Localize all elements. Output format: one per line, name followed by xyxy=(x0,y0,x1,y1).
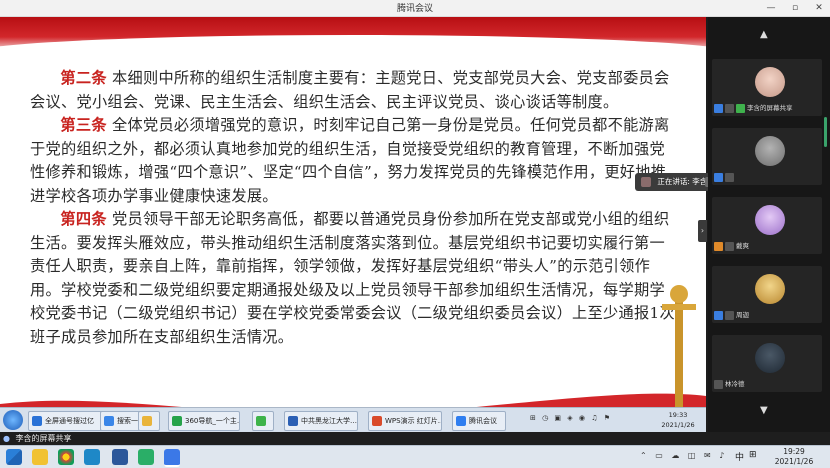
mic-muted-icon xyxy=(725,310,734,320)
shared-task-item[interactable] xyxy=(252,411,274,431)
participant-tile[interactable] xyxy=(712,128,822,185)
windows-start-icon[interactable] xyxy=(6,449,22,465)
screen-share-label: 李含的屏幕共享 xyxy=(15,434,72,443)
avatar xyxy=(755,343,785,373)
document-icon xyxy=(288,416,298,426)
participant-tile[interactable]: 戴爽 xyxy=(712,197,822,254)
mic-muted-icon xyxy=(714,379,723,389)
participant-label xyxy=(714,172,736,183)
participant-tile[interactable]: 林冷德 xyxy=(712,335,822,392)
participant-label: 戴爽 xyxy=(714,241,749,252)
file-explorer-icon[interactable] xyxy=(32,449,48,465)
user-icon xyxy=(714,172,723,182)
chrome-icon[interactable] xyxy=(58,449,74,465)
folder-icon xyxy=(142,416,152,426)
scroll-down-icon[interactable]: ▼ xyxy=(760,405,768,416)
participant-tile[interactable]: 李含的屏幕共享 xyxy=(712,59,822,116)
system-tray-icons: ⊞ ◷ ▣ ◈ ◉ ♫ ⚑ xyxy=(530,414,612,422)
participant-label: 周迦 xyxy=(714,310,749,321)
maximize-button[interactable]: ▫ xyxy=(784,0,806,16)
shared-task-item[interactable]: 腾讯会议 xyxy=(452,411,506,431)
input-mode-icon[interactable]: ⊞ xyxy=(749,450,757,460)
mic-icon xyxy=(736,103,745,113)
screen-icon xyxy=(725,103,734,113)
wps-presentation-icon xyxy=(372,416,382,426)
avatar xyxy=(755,274,785,304)
shared-clock-date: 2021/1/26 xyxy=(661,421,695,429)
participant-panel: ▲ 李含的屏幕共享 戴爽 周迦 林冷德 ▼ xyxy=(708,17,830,432)
article-label: 第三条 xyxy=(60,116,107,134)
title-bar: 腾讯会议 — ▫ ✕ xyxy=(0,0,830,17)
system-tray-icons[interactable]: ⌃ ▭ ☁ ◫ ✉ ♪ xyxy=(640,451,727,460)
browser-icon xyxy=(32,416,42,426)
shared-screen: 第二条 本细则中所称的组织生活制度主要有：主题党日、党支部党员大会、党支部委员会… xyxy=(0,17,706,432)
participant-label: 李含的屏幕共享 xyxy=(714,103,793,114)
ime-indicator[interactable]: 中 xyxy=(735,450,744,463)
article-text: 本细则中所称的组织生活制度主要有：主题党日、党支部党员大会、党支部委员会会议、党… xyxy=(30,69,670,111)
scroll-up-icon[interactable]: ▲ xyxy=(760,29,768,40)
shared-task-item[interactable] xyxy=(138,411,160,431)
article-label: 第二条 xyxy=(60,69,107,87)
media-player-icon xyxy=(256,416,266,426)
mic-muted-icon xyxy=(725,172,734,182)
shared-taskbar: 全屏通号搜过亿 搜索一下 360导航_一个主… 中共黑龙江大学… WPS演示 红… xyxy=(0,407,706,432)
minimize-button[interactable]: — xyxy=(760,0,782,16)
slide-paragraph: 第四条 党员领导干部无论职务高低，都要以普通党员身份参加所在党支部或党小组的组织… xyxy=(30,208,675,349)
shared-task-item[interactable]: 中共黑龙江大学… xyxy=(284,411,358,431)
slide-paragraph: 第二条 本细则中所称的组织生活制度主要有：主题党日、党支部党员大会、党支部委员会… xyxy=(30,67,675,114)
mic-muted-icon xyxy=(725,241,734,251)
clock-time: 19:29 xyxy=(783,447,805,456)
slide-paragraph: 第三条 全体党员必须增强党的意识，时刻牢记自己第一身份是党员。任何党员都不能游离… xyxy=(30,114,675,208)
participant-tile[interactable]: 周迦 xyxy=(712,266,822,323)
window-title: 腾讯会议 xyxy=(396,4,433,14)
tencent-meeting-icon xyxy=(456,416,466,426)
clock-date: 2021/1/26 xyxy=(774,457,814,466)
shared-clock: 19:33 2021/1/26 xyxy=(656,410,700,430)
user-icon xyxy=(714,241,723,251)
article-text: 党员领导干部无论职务高低，都要以普通党员身份参加所在党支部或党小组的组织生活。要… xyxy=(30,210,675,346)
collapse-panel-button[interactable]: › xyxy=(698,220,707,242)
avatar xyxy=(755,67,785,97)
shared-task-item[interactable]: 360导航_一个主… xyxy=(168,411,240,431)
tencent-meeting-icon[interactable] xyxy=(164,449,180,467)
windows-taskbar: ⌃ ▭ ☁ ◫ ✉ ♪ 中 ⊞ 19:29 2021/1/26 xyxy=(0,445,830,468)
speaking-text: 正在讲话: 李含; xyxy=(657,177,710,186)
shared-clock-time: 19:33 xyxy=(668,411,688,419)
user-icon: ● xyxy=(3,434,10,443)
user-icon xyxy=(714,310,723,320)
edge-icon[interactable] xyxy=(84,449,100,465)
article-text: 全体党员必须增强党的意识，时刻牢记自己第一身份是党员。任何党员都不能游离于党的组… xyxy=(30,116,670,205)
avatar xyxy=(755,205,785,235)
avatar xyxy=(755,136,785,166)
article-label: 第四条 xyxy=(60,210,107,228)
search-icon xyxy=(104,416,114,426)
taskbar-clock[interactable]: 19:29 2021/1/26 xyxy=(764,447,824,467)
host-icon xyxy=(714,103,723,113)
slide-header-band xyxy=(0,17,706,75)
start-orb-icon[interactable] xyxy=(3,410,23,430)
wechat-icon[interactable] xyxy=(138,449,154,465)
slide-body: 第二条 本细则中所称的组织生活制度主要有：主题党日、党支部党员大会、党支部委员会… xyxy=(30,67,675,349)
close-button[interactable]: ✕ xyxy=(808,0,830,16)
shared-task-item[interactable]: 全屏通号搜过亿 xyxy=(28,411,106,431)
browser-360-icon xyxy=(172,416,182,426)
shared-task-item[interactable]: WPS演示 红灯片… xyxy=(368,411,442,431)
participant-label: 林冷德 xyxy=(714,379,745,390)
screen-share-bar: ● 李含的屏幕共享 xyxy=(0,432,830,445)
word-icon[interactable] xyxy=(112,449,128,465)
panel-scrollbar[interactable] xyxy=(824,117,827,147)
speaker-avatar xyxy=(641,177,651,187)
